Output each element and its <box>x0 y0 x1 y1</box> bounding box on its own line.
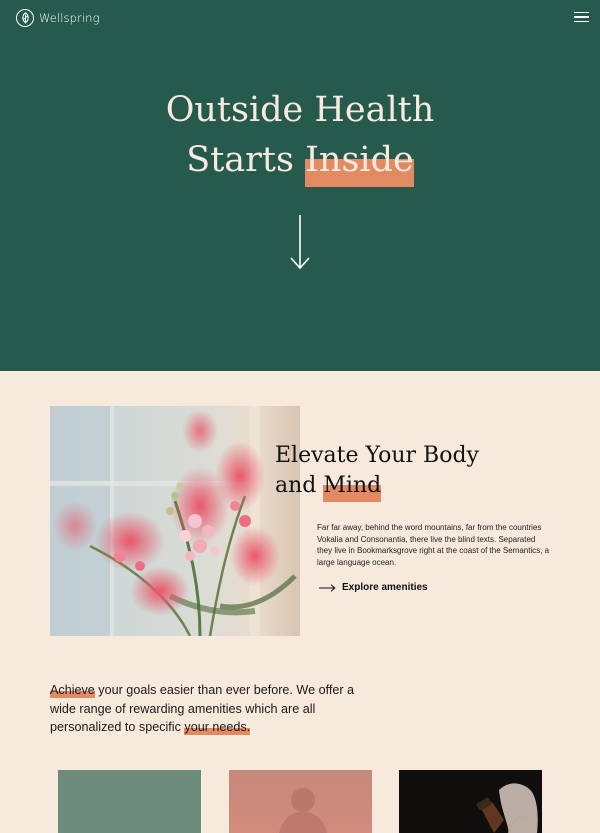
amenity-card[interactable] <box>229 770 372 833</box>
leaf-icon <box>16 9 34 27</box>
feature-title-line2-start: and <box>275 473 317 498</box>
feature-description: Far far away, behind the word mountains,… <box>317 523 550 567</box>
arrow-down-icon[interactable] <box>289 214 311 270</box>
hero-section: Wellspring Outside Health Starts Inside <box>0 0 600 371</box>
hero-title-line2-start: Starts <box>186 140 294 180</box>
intro-highlight-end-text: your needs. <box>184 720 251 734</box>
feature-title-line1: Elevate Your Body <box>275 443 479 468</box>
explore-amenities-label: Explore amenities <box>342 582 428 593</box>
brand-name: Wellspring <box>39 11 100 25</box>
content-section: Elevate Your Body and Mind Far far away,… <box>0 371 600 833</box>
brand-logo[interactable]: Wellspring <box>16 9 100 27</box>
intro-highlight-start-text: Achieve <box>50 683 95 697</box>
intro-highlight-start: Achieve <box>50 681 95 700</box>
flower-photo <box>50 406 300 636</box>
hero-title-highlight: Inside <box>305 135 414 187</box>
intro-paragraph: Achieve your goals easier than ever befo… <box>50 681 370 737</box>
feature-title-highlight-text: Mind <box>323 473 382 498</box>
arrow-right-icon <box>319 583 336 592</box>
amenity-card[interactable] <box>58 770 201 833</box>
amenity-card[interactable] <box>399 770 542 833</box>
explore-amenities-link[interactable]: Explore amenities <box>319 582 428 593</box>
hero-title-line1: Outside Health <box>165 90 435 130</box>
feature-title: Elevate Your Body and Mind <box>275 441 479 502</box>
hero-title: Outside Health Starts Inside <box>0 85 600 187</box>
hero-title-highlight-text: Inside <box>305 140 414 180</box>
intro-highlight-end: your needs. <box>184 718 251 737</box>
feature-title-highlight: Mind <box>323 471 382 502</box>
hamburger-menu-icon[interactable] <box>574 12 589 22</box>
